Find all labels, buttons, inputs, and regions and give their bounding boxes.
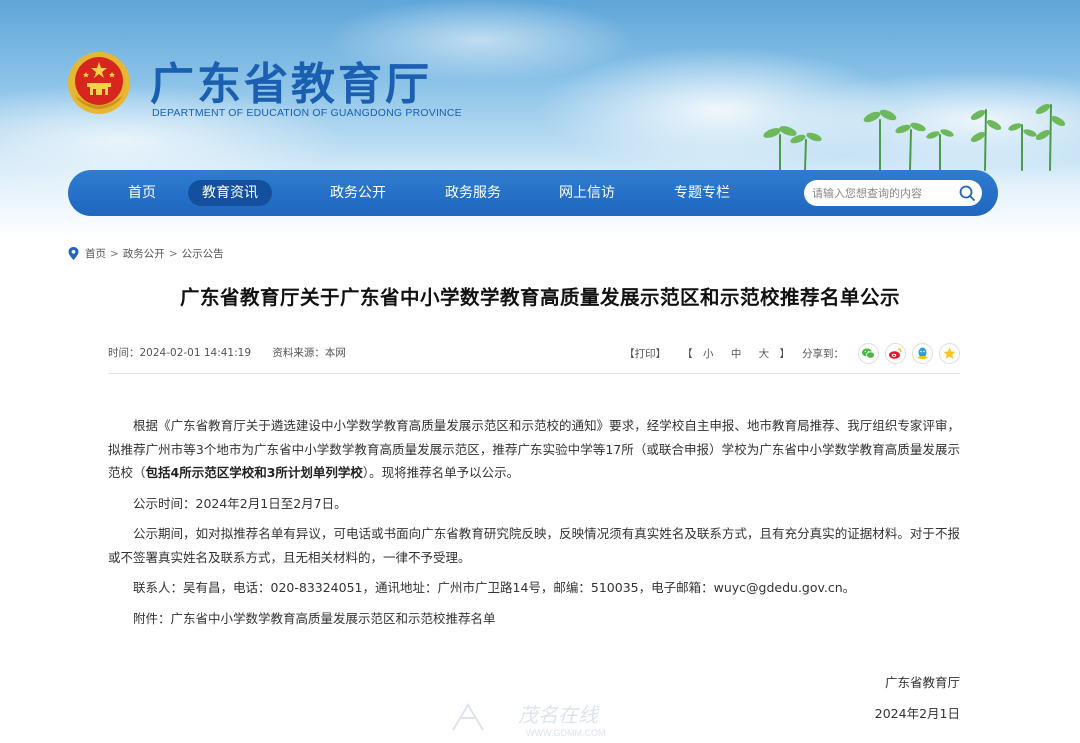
breadcrumb-government-affairs[interactable]: 政务公开 (123, 246, 165, 261)
nav-education-news[interactable]: 教育资讯 (188, 180, 272, 206)
watermark-text: 茂名在线 (518, 703, 600, 727)
paragraph-attachment: 附件：广东省中小学数学教育高质量发展示范区和示范校推荐名单 (133, 610, 496, 626)
share-label: 分享到： (802, 347, 844, 360)
paragraph-contact: 联系人：吴有昌，电话：020-83324051，通讯地址：广州市广卫路14号，邮… (133, 580, 856, 595)
breadcrumb: 首页 > 政务公开 > 公示公告 (68, 246, 224, 261)
article-title: 广东省教育厅关于广东省中小学数学教育高质量发展示范区和示范校推荐名单公示 (179, 286, 900, 309)
qq-icon[interactable] (912, 342, 933, 364)
search-icon[interactable] (958, 184, 976, 202)
site-title: 广东省教育厅 (150, 59, 432, 110)
search-input[interactable] (810, 180, 950, 206)
search-box (804, 180, 982, 206)
location-pin-icon (68, 247, 79, 260)
publish-time: 时间：2024-02-01 14:41:19 (108, 347, 252, 359)
article-meta: 时间：2024-02-01 14:41:19 资料来源：本网 【打印】 【 小 … (108, 340, 960, 366)
print-link[interactable]: 【打印】 (624, 346, 666, 361)
font-size-large[interactable]: 大 (759, 348, 770, 360)
signature-date: 2024年2月1日 (874, 706, 960, 721)
watermark-url: WWW.GDMM.COM (526, 728, 605, 738)
signature-organization: 广东省教育厅 (884, 675, 960, 690)
qzone-icon[interactable] (939, 342, 960, 364)
paragraph-basis-bold: 包括4所示范区学校和3所计划单列学校 (145, 465, 363, 480)
font-size-medium[interactable]: 中 (731, 348, 742, 360)
main-navbar: 首页 教育资讯 政务公开 政务服务 网上信访 专题专栏 (68, 170, 998, 216)
article-source: 资料来源：本网 (272, 347, 346, 359)
site-subtitle: DEPARTMENT OF EDUCATION OF GUANGDONG PRO… (152, 107, 462, 119)
watermark-logo: 茂名在线 WWW.GDMM.COM (452, 703, 605, 738)
wechat-icon[interactable] (858, 342, 879, 364)
paragraph-basis-tail: ）。现将推荐名单予以公示。 (362, 465, 520, 480)
nav-special-topics[interactable]: 专题专栏 (660, 180, 744, 206)
meta-divider (108, 373, 960, 374)
breadcrumb-announcements[interactable]: 公示公告 (182, 246, 224, 261)
breadcrumb-separator: > (110, 247, 119, 260)
article-content: 根据《广东省教育厅关于遴选建设中小学数学教育高质量发展示范区和示范校的通知》要求… (108, 414, 960, 637)
breadcrumb-separator: > (168, 247, 178, 260)
meta-tools: 【打印】 【 小 中 大 】 分享到： (624, 340, 960, 366)
meta-info: 时间：2024-02-01 14:41:19 资料来源：本网 (108, 345, 346, 360)
breadcrumb-home[interactable]: 首页 (85, 246, 106, 261)
sprouts-decoration (763, 103, 1066, 171)
nav-government-affairs[interactable]: 政务公开 (316, 180, 400, 206)
paragraph-basis: 根据《广东省教育厅关于遴选建设中小学数学教育高质量发展示范区和示范校的通知》要求… (108, 414, 960, 485)
weibo-icon[interactable] (885, 342, 906, 364)
nav-home[interactable]: 首页 (114, 180, 170, 206)
font-size-bracket-close: 】 (779, 347, 791, 360)
nav-online-petition[interactable]: 网上信访 (545, 180, 629, 206)
font-size-small[interactable]: 小 (703, 348, 714, 360)
font-size-controls: 【 小 中 大 】 (682, 346, 790, 361)
font-size-bracket-open: 【 (682, 347, 693, 360)
paragraph-notice-period: 公示时间：2024年2月1日至2月7日。 (133, 495, 347, 511)
nav-government-services[interactable]: 政务服务 (431, 180, 515, 206)
paragraph-objections: 公示期间，如对拟推荐名单有异议，可电话或书面向广东省教育研究院反映，反映情况须有… (108, 526, 960, 565)
national-emblem-icon (68, 52, 130, 114)
